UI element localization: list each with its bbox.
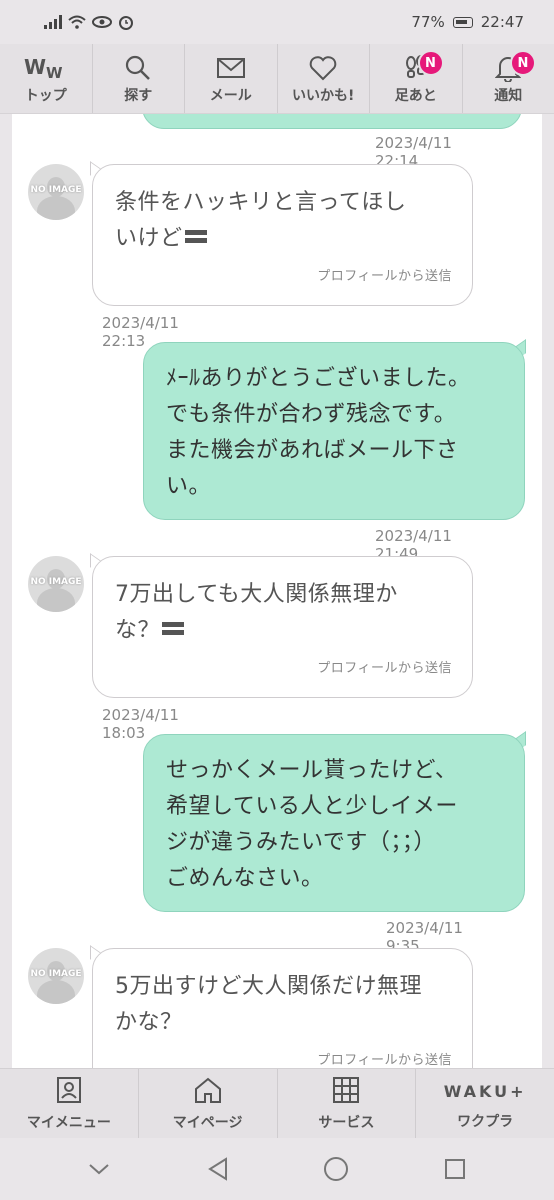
nav-top[interactable]: WW トップ xyxy=(0,44,93,113)
nav-top-label: トップ xyxy=(24,87,67,104)
message-line: ごめんなさい。 xyxy=(166,866,324,891)
nav-like-label: いいかも! xyxy=(292,87,355,104)
message-bubble[interactable]: 7万出しても大人関係無理か な？ プロフィールから送信 xyxy=(92,556,473,698)
chevron-down-icon xyxy=(89,1164,109,1175)
message-bubble[interactable]: せっかくメール貰ったけど、 希望している人と少しイメー ジが違うみたいです（；；… xyxy=(143,734,525,912)
nav-footprints[interactable]: 足あと N xyxy=(370,44,463,113)
message-line: いけど xyxy=(115,226,183,251)
message-line: 希望している人と少しイメー xyxy=(166,794,458,819)
message-line: また機会があればメール下さ xyxy=(166,438,459,463)
battery-percent: 77% xyxy=(411,13,445,31)
message-line: な？ xyxy=(115,618,161,643)
clock: 22:47 xyxy=(480,13,524,31)
nav-like[interactable]: いいかも! xyxy=(278,44,370,113)
profile-card-icon xyxy=(55,1076,83,1108)
nav-footprints-label: 足あと xyxy=(394,87,437,104)
message-bubble[interactable] xyxy=(142,114,522,129)
message-line-2: いけど xyxy=(115,221,450,257)
recents-button[interactable] xyxy=(425,1149,485,1189)
avatar[interactable]: NO IMAGE xyxy=(28,556,84,612)
source-label: プロフィールから送信 xyxy=(317,1053,452,1068)
home-button[interactable] xyxy=(306,1149,366,1189)
message-line: 7万出しても大人関係無理か xyxy=(115,582,398,607)
sweat-emoji-icon xyxy=(184,230,207,244)
message-line: 条件をハッキリと言ってほし xyxy=(115,190,407,215)
svg-text:W: W xyxy=(46,64,63,80)
menu-services-label: サービス xyxy=(318,1114,375,1131)
avatar-body xyxy=(37,588,75,612)
hide-keyboard-button[interactable] xyxy=(69,1149,129,1189)
home-circle-icon xyxy=(324,1157,349,1181)
nav-search[interactable]: 探す xyxy=(93,44,185,113)
avatar[interactable]: NO IMAGE xyxy=(28,164,84,220)
menu-my-page-label: マイページ xyxy=(172,1114,243,1131)
avatar-no-image-text: NO IMAGE xyxy=(30,577,82,587)
message-line: かな？ xyxy=(115,1010,183,1035)
nav-mail[interactable]: メール xyxy=(185,44,278,113)
menu-wakupura[interactable]: WAKU+ ワクプラ xyxy=(416,1069,554,1138)
menu-wakupura-label: ワクプラ xyxy=(457,1113,514,1130)
avatar-no-image-text: NO IMAGE xyxy=(30,969,82,979)
message-thread[interactable]: 2023/4/11 22:14 NO IMAGE 条件をハッキリと言ってほし い… xyxy=(12,114,542,1068)
bottom-menu: マイメニュー マイページ サービス WAKU+ ワクプラ xyxy=(0,1068,554,1138)
avatar-no-image-text: NO IMAGE xyxy=(30,185,82,195)
avatar-body xyxy=(37,196,75,220)
battery-icon xyxy=(452,16,473,28)
wifi-icon xyxy=(68,15,86,29)
message-line-2: な？ xyxy=(115,613,450,649)
home-icon xyxy=(193,1076,223,1108)
avatar[interactable]: NO IMAGE xyxy=(28,948,84,1004)
nav-search-label: 探す xyxy=(124,87,153,104)
avatar-body xyxy=(37,980,75,1004)
menu-my-menu[interactable]: マイメニュー xyxy=(0,1069,139,1138)
grid-icon xyxy=(332,1076,360,1108)
sweat-emoji-icon xyxy=(162,622,185,636)
eye-icon xyxy=(92,16,112,28)
heart-icon xyxy=(309,53,337,83)
mail-icon xyxy=(216,53,246,83)
message-bubble[interactable]: 5万出すけど大人関係だけ無理 かな？ プロフィールから送信 xyxy=(92,948,473,1068)
message-line: い。 xyxy=(166,474,212,499)
message-line: 5万出すけど大人関係だけ無理 xyxy=(115,974,422,999)
message-bubble[interactable]: 条件をハッキリと言ってほし いけど プロフィールから送信 xyxy=(92,164,473,306)
top-nav: WW トップ 探す メール いいかも! 足あと N 通知 N xyxy=(0,44,554,114)
menu-my-menu-label: マイメニュー xyxy=(26,1114,111,1131)
svg-text:W: W xyxy=(24,56,46,79)
message-line: ジが違うみたいです（；；） xyxy=(166,830,436,855)
source-label: プロフィールから送信 xyxy=(317,269,452,284)
menu-my-page[interactable]: マイページ xyxy=(139,1069,278,1138)
menu-services[interactable]: サービス xyxy=(278,1069,417,1138)
footprints-badge: N xyxy=(417,50,444,76)
nav-notifications[interactable]: 通知 N xyxy=(463,44,554,113)
recents-square-icon xyxy=(444,1159,465,1179)
system-nav-bar xyxy=(0,1138,554,1200)
wakupura-logo: WAKU+ xyxy=(443,1082,527,1101)
nav-notifications-label: 通知 xyxy=(494,87,523,104)
notifications-badge: N xyxy=(510,50,536,76)
message-bubble[interactable]: ﾒｰﾙありがとうございました。 でも条件が合わず残念です。 また機会があればメー… xyxy=(143,342,525,520)
back-button[interactable] xyxy=(188,1149,248,1189)
message-line: せっかくメール貰ったけど、 xyxy=(166,758,458,783)
message-line: ﾒｰﾙありがとうございました。 xyxy=(166,366,471,391)
search-icon xyxy=(124,53,152,83)
nav-mail-label: メール xyxy=(209,87,252,104)
alarm-icon xyxy=(119,16,133,30)
back-triangle-icon xyxy=(207,1157,227,1181)
source-label: プロフィールから送信 xyxy=(317,661,452,676)
message-line: でも条件が合わず残念です。 xyxy=(166,402,457,427)
status-bar: 77% 22:47 xyxy=(0,0,554,44)
signal-icon xyxy=(44,15,62,29)
ww-logo-icon: WW xyxy=(24,53,68,83)
